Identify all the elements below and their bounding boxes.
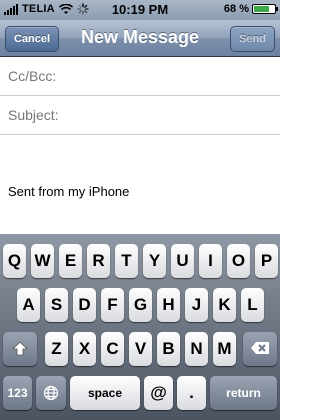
send-button[interactable]: Send: [230, 26, 275, 52]
key-d[interactable]: D: [73, 288, 96, 322]
key-f[interactable]: F: [101, 288, 124, 322]
key-c[interactable]: C: [101, 332, 124, 366]
cancel-button[interactable]: Cancel: [5, 26, 60, 52]
key-n[interactable]: N: [185, 332, 208, 366]
key-y[interactable]: Y: [143, 244, 166, 278]
key-z[interactable]: Z: [45, 332, 68, 366]
key-g[interactable]: G: [129, 288, 152, 322]
key-r[interactable]: R: [87, 244, 110, 278]
keyboard: Q W E R T Y U I O P A S D F G H J K L Z …: [0, 234, 280, 420]
signature-text: Sent from my iPhone: [8, 184, 130, 199]
backspace-key[interactable]: [243, 332, 277, 366]
cc-bcc-label: Cc/Bcc:: [8, 68, 57, 84]
subject-field[interactable]: Subject:: [0, 96, 280, 135]
key-j[interactable]: J: [185, 288, 208, 322]
key-k[interactable]: K: [213, 288, 236, 322]
key-b[interactable]: B: [157, 332, 180, 366]
key-v[interactable]: V: [129, 332, 152, 366]
numbers-key[interactable]: 123: [3, 376, 32, 410]
space-key[interactable]: space: [70, 376, 140, 410]
globe-icon: [43, 385, 59, 401]
key-i[interactable]: I: [199, 244, 222, 278]
at-key[interactable]: @: [144, 376, 173, 410]
battery-icon: [252, 4, 278, 14]
key-p[interactable]: P: [255, 244, 278, 278]
status-bar: TELIA 10:19 PM 68 %: [0, 0, 280, 20]
key-q[interactable]: Q: [3, 244, 26, 278]
key-m[interactable]: M: [213, 332, 236, 366]
key-u[interactable]: U: [171, 244, 194, 278]
key-h[interactable]: H: [157, 288, 180, 322]
return-key[interactable]: return: [210, 376, 277, 410]
shift-key[interactable]: [3, 332, 37, 366]
navigation-bar: Cancel New Message Send: [0, 20, 280, 57]
key-x[interactable]: X: [73, 332, 96, 366]
key-s[interactable]: S: [45, 288, 68, 322]
period-key[interactable]: .: [177, 376, 206, 410]
shift-arrow-icon: [12, 341, 28, 356]
key-e[interactable]: E: [59, 244, 82, 278]
subject-label: Subject:: [8, 107, 59, 123]
key-l[interactable]: L: [241, 288, 264, 322]
globe-key[interactable]: [36, 376, 66, 410]
key-t[interactable]: T: [115, 244, 138, 278]
backspace-icon: [251, 342, 269, 354]
cc-bcc-field[interactable]: Cc/Bcc:: [0, 57, 280, 96]
message-body[interactable]: Sent from my iPhone: [0, 135, 280, 235]
battery-percent: 68 %: [223, 3, 249, 15]
key-o[interactable]: O: [227, 244, 250, 278]
key-a[interactable]: A: [17, 288, 40, 322]
key-w[interactable]: W: [31, 244, 54, 278]
